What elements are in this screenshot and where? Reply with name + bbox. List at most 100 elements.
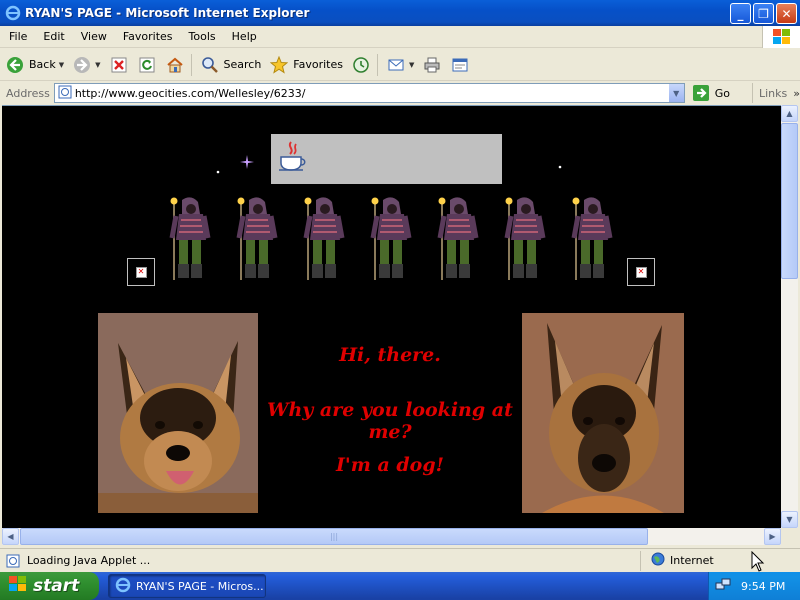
network-icon[interactable] — [715, 577, 731, 596]
close-button[interactable]: ✕ — [776, 3, 797, 24]
forward-button[interactable]: ▼ — [69, 52, 103, 78]
history-icon — [351, 55, 371, 75]
search-label: Search — [223, 58, 262, 71]
address-label: Address — [6, 86, 50, 100]
globe-icon — [651, 552, 665, 569]
scroll-left-icon[interactable]: ◀ — [2, 528, 19, 545]
clock[interactable]: 9:54 PM — [741, 580, 785, 593]
banner-applet[interactable] — [271, 134, 502, 184]
print-button[interactable] — [419, 52, 445, 78]
history-button[interactable] — [348, 52, 374, 78]
menu-tools[interactable]: Tools — [181, 30, 224, 43]
toolbar-separator — [190, 53, 192, 76]
chevron-right-icon: » — [793, 86, 800, 100]
mouse-cursor-icon — [751, 551, 765, 572]
page-icon — [58, 85, 72, 102]
back-button[interactable]: Back ▼ — [2, 52, 67, 78]
menu-favorites[interactable]: Favorites — [115, 30, 181, 43]
edit-page-icon — [450, 55, 470, 75]
favorites-label: Favorites — [293, 58, 343, 71]
page-loading-icon — [3, 551, 23, 571]
address-input[interactable]: http://www.geocities.com/Wellesley/6233/… — [53, 83, 685, 103]
stop-icon — [109, 55, 129, 75]
search-button[interactable]: Search — [197, 52, 265, 78]
back-arrow-icon — [5, 55, 25, 75]
search-icon — [200, 55, 220, 75]
taskbar-window-button[interactable]: RYAN'S PAGE - Micros... — [108, 574, 266, 598]
warrior-figure — [169, 197, 211, 280]
star-icon — [269, 55, 289, 75]
favorites-button[interactable]: Favorites — [266, 52, 346, 78]
start-label: start — [33, 576, 80, 596]
taskbar-window-label: RYAN'S PAGE - Micros... — [136, 579, 264, 593]
home-button[interactable] — [162, 52, 188, 78]
toolbar-separator — [377, 53, 378, 76]
status-bar: Loading Java Applet ... Internet — [0, 548, 800, 572]
status-text: Loading Java Applet ... — [27, 554, 151, 567]
title-bar[interactable]: RYAN'S PAGE - Microsoft Internet Explore… — [0, 0, 800, 26]
forward-dropdown-icon[interactable]: ▼ — [95, 61, 100, 69]
mail-icon — [386, 55, 406, 75]
browser-window: RYAN'S PAGE - Microsoft Internet Explore… — [0, 0, 800, 572]
warrior-figure — [504, 197, 546, 280]
system-tray: 9:54 PM — [708, 572, 800, 600]
start-button[interactable]: start — [0, 572, 99, 600]
scroll-right-icon[interactable]: ▶ — [764, 528, 781, 545]
sparkle-dot — [558, 165, 562, 169]
page-content: ✕ ✕ Hi, there. Why are you looking at me… — [2, 105, 781, 528]
mail-dropdown-icon[interactable]: ▼ — [409, 61, 414, 69]
maximize-button[interactable]: ❐ — [753, 3, 774, 24]
window-title: RYAN'S PAGE - Microsoft Internet Explore… — [25, 6, 310, 20]
address-dropdown-icon[interactable]: ▼ — [667, 84, 684, 102]
sparkle-icon — [240, 155, 254, 169]
go-label: Go — [714, 86, 730, 100]
windows-logo-icon — [762, 26, 800, 48]
menu-edit[interactable]: Edit — [35, 30, 72, 43]
security-zone-label: Internet — [670, 554, 714, 567]
links-label: Links — [759, 86, 788, 100]
warrior-figure — [236, 197, 278, 280]
forward-arrow-icon — [72, 55, 92, 75]
toolbar: Back ▼ ▼ Search Favorites ▼ — [0, 49, 800, 81]
vertical-scroll-thumb[interactable] — [781, 123, 798, 279]
menu-file[interactable]: File — [0, 30, 35, 43]
dog-photo-left — [98, 313, 258, 513]
dog-statement-text: I'm a dog! — [336, 454, 444, 476]
refresh-button[interactable] — [134, 52, 160, 78]
printer-icon — [422, 55, 442, 75]
links-toolbar[interactable]: Links » — [752, 83, 800, 103]
question-text: Why are you looking at me? — [267, 399, 513, 443]
refresh-icon — [137, 55, 157, 75]
warrior-figure — [303, 197, 345, 280]
warrior-figure — [437, 197, 479, 280]
address-url: http://www.geocities.com/Wellesley/6233/ — [74, 86, 306, 100]
go-arrow-icon — [691, 83, 711, 103]
go-button[interactable]: Go — [691, 83, 730, 103]
mail-button[interactable]: ▼ — [383, 52, 417, 78]
dog-photo-right — [522, 313, 684, 513]
menu-help[interactable]: Help — [224, 30, 265, 43]
scrollbar-corner — [781, 528, 798, 545]
vertical-scrollbar[interactable]: ▲ ▼ — [781, 105, 798, 528]
horizontal-scrollbar[interactable]: ◀ ||| ▶ — [2, 528, 781, 545]
scroll-up-icon[interactable]: ▲ — [781, 105, 798, 122]
ie-icon — [115, 577, 131, 596]
warrior-figure — [370, 197, 412, 280]
broken-image-icon: ✕ — [127, 258, 155, 286]
back-label: Back — [29, 58, 56, 71]
warrior-figure — [571, 197, 613, 280]
sparkle-dot — [216, 170, 220, 174]
stop-button[interactable] — [106, 52, 132, 78]
menu-view[interactable]: View — [73, 30, 115, 43]
minimize-button[interactable]: _ — [730, 3, 751, 24]
back-dropdown-icon[interactable]: ▼ — [59, 61, 64, 69]
home-icon — [165, 55, 185, 75]
broken-image-icon: ✕ — [627, 258, 655, 286]
horizontal-scroll-thumb[interactable]: ||| — [20, 528, 648, 545]
edit-button[interactable] — [447, 52, 473, 78]
java-applet-icon — [277, 140, 307, 175]
menu-bar: File Edit View Favorites Tools Help — [0, 26, 800, 48]
address-bar: Address http://www.geocities.com/Wellesl… — [0, 82, 800, 104]
scroll-down-icon[interactable]: ▼ — [781, 511, 798, 528]
greeting-text: Hi, there. — [339, 344, 441, 366]
